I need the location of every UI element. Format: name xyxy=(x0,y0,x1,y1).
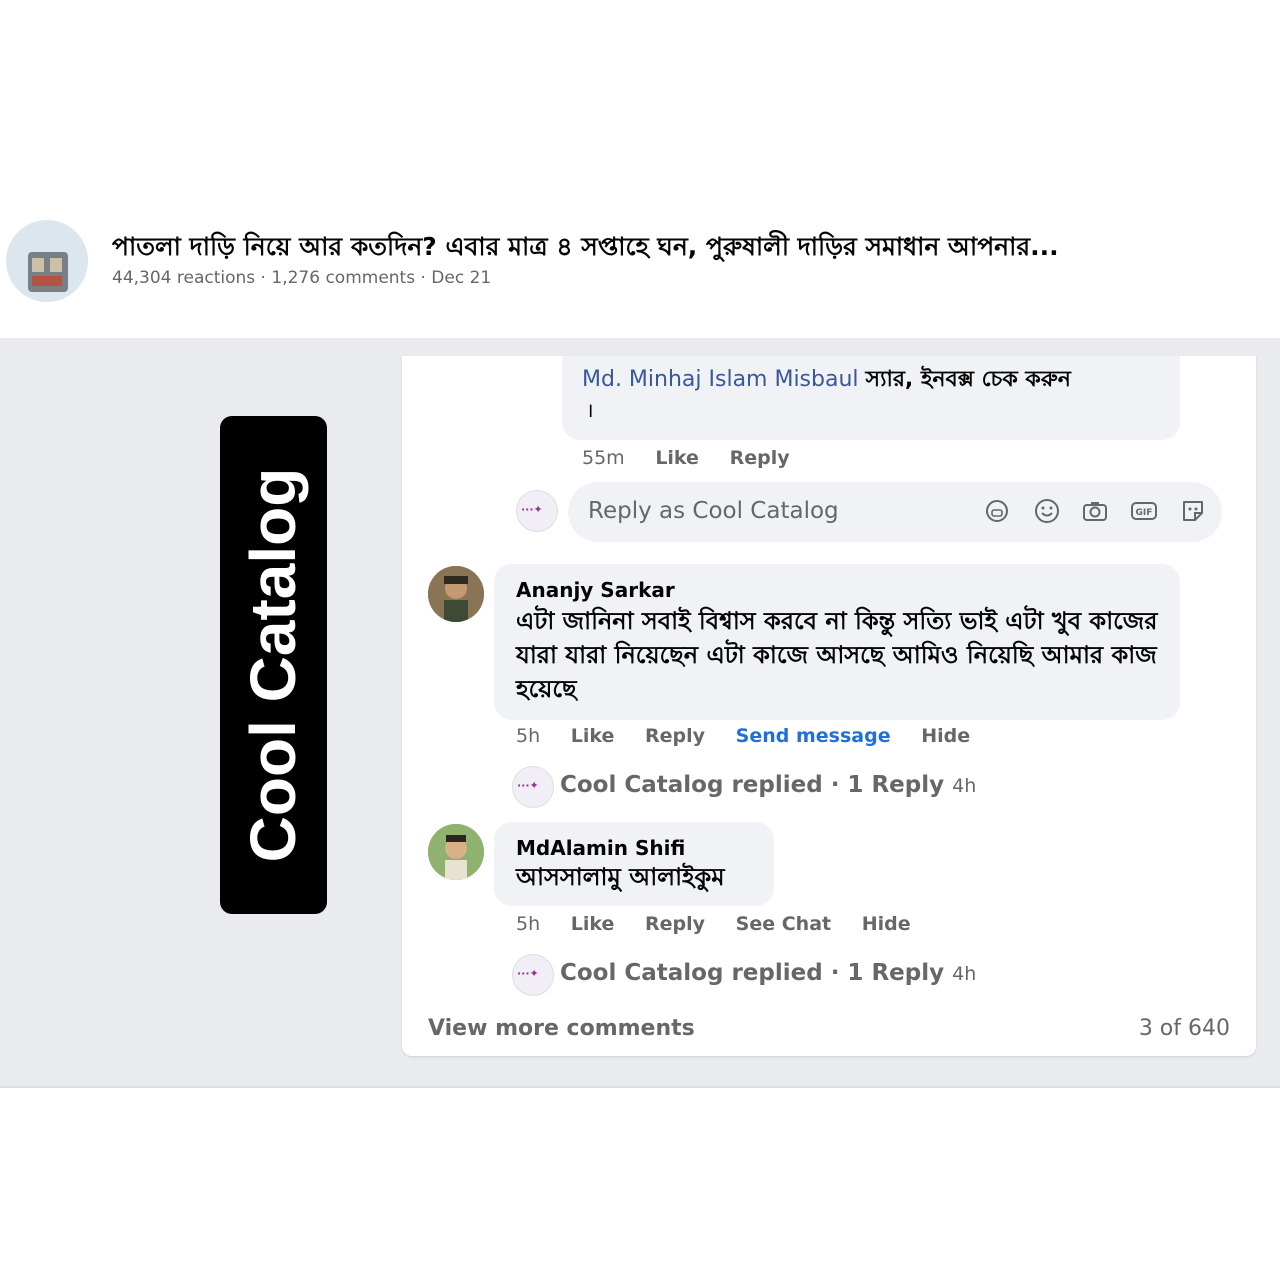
send-message-button[interactable]: Send message xyxy=(736,725,891,747)
comment-bubble: MdAlamin Shifi আসসালামু আলাইকুম xyxy=(494,822,774,906)
page-avatar-caption xyxy=(20,230,74,244)
page-mini-avatar: ···✦ xyxy=(516,490,558,532)
cool-catalog-logo-icon: ···✦ xyxy=(521,503,543,516)
reply-input[interactable]: Reply as Cool Catalog GIF xyxy=(568,482,1222,542)
replied-time: 4h xyxy=(952,775,977,797)
comment-time[interactable]: 5h xyxy=(516,913,540,935)
comment-body: Md. Minhaj Islam Misbaul স্যার, ইনবক্স চ… xyxy=(582,362,1071,399)
reply-button[interactable]: Reply xyxy=(730,447,790,469)
comment-actions: 5h Like Reply Send message Hide xyxy=(516,725,994,747)
mention-link[interactable]: Md. Minhaj Islam Misbaul xyxy=(582,367,859,392)
comment-time[interactable]: 55m xyxy=(582,447,625,469)
comments-pagination: 3 of 640 xyxy=(1138,1016,1230,1041)
comments-count[interactable]: 1,276 comments xyxy=(271,268,415,288)
hide-button[interactable]: Hide xyxy=(921,725,970,747)
see-chat-button[interactable]: See Chat xyxy=(736,913,831,935)
avatar[interactable] xyxy=(428,566,484,622)
post-meta: 44,304 reactions · 1,276 comments · Dec … xyxy=(112,268,492,288)
like-button[interactable]: Like xyxy=(655,447,699,469)
comment-bubble: Ananjy Sarkar এটা জানিনা সবাই বিশ্বাস কর… xyxy=(494,564,1180,720)
post-date[interactable]: Dec 21 xyxy=(431,268,491,288)
like-button[interactable]: Like xyxy=(571,725,615,747)
replies-link[interactable]: Cool Catalog replied · 1 Reply 4h xyxy=(560,960,976,986)
comment-author[interactable]: MdAlamin Shifi xyxy=(516,836,685,860)
page-avatar-image xyxy=(28,252,68,292)
view-more-comments-link[interactable]: View more comments xyxy=(428,1016,695,1041)
replies-link[interactable]: Cool Catalog replied · 1 Reply 4h xyxy=(560,772,976,798)
comment-time[interactable]: 5h xyxy=(516,725,540,747)
emoji-icon[interactable] xyxy=(1034,498,1060,524)
comment-author[interactable]: Ananjy Sarkar xyxy=(516,578,675,602)
page-mini-avatar: ···✦ xyxy=(512,766,554,808)
hide-button[interactable]: Hide xyxy=(862,913,911,935)
reply-button[interactable]: Reply xyxy=(645,913,705,935)
divider xyxy=(0,1086,1280,1088)
page-avatar[interactable] xyxy=(6,220,88,302)
brand-banner: Cool Catalog xyxy=(220,416,327,914)
page-mini-avatar: ···✦ xyxy=(512,954,554,996)
post-title[interactable]: পাতলা দাড়ি নিয়ে আর কতদিন? এবার মাত্র ৪… xyxy=(112,230,1272,264)
cool-catalog-logo-icon: ···✦ xyxy=(517,967,539,980)
comment-actions: 5h Like Reply See Chat Hide xyxy=(516,913,935,935)
comment-actions: 55m Like Reply xyxy=(582,447,814,469)
camera-icon[interactable] xyxy=(1082,498,1108,524)
comment-text: স্যার, ইনবক্স চেক করুন xyxy=(865,367,1071,392)
reply-button[interactable]: Reply xyxy=(645,725,705,747)
comment-bubble: Md. Minhaj Islam Misbaul স্যার, ইনবক্স চ… xyxy=(562,356,1180,440)
avatar[interactable] xyxy=(428,824,484,880)
cool-catalog-logo-icon: ···✦ xyxy=(517,779,539,792)
like-button[interactable]: Like xyxy=(571,913,615,935)
comment-text: আসসালামু আলাইকুম xyxy=(516,863,725,891)
replied-time: 4h xyxy=(952,963,977,985)
avatar-sticker-icon[interactable] xyxy=(984,498,1010,524)
reply-placeholder: Reply as Cool Catalog xyxy=(588,498,839,524)
gif-icon[interactable]: GIF xyxy=(1130,498,1157,524)
comments-panel: Md. Minhaj Islam Misbaul স্যার, ইনবক্স চ… xyxy=(402,356,1256,1056)
sticker-icon[interactable] xyxy=(1180,498,1206,524)
reactions-count[interactable]: 44,304 reactions xyxy=(112,268,255,288)
gif-label: GIF xyxy=(1136,508,1153,518)
comment-text-end: । xyxy=(586,398,594,422)
brand-name: Cool Catalog xyxy=(237,467,309,863)
comment-text: এটা জানিনা সবাই বিশ্বাস করবে না কিন্তু স… xyxy=(516,607,1158,703)
